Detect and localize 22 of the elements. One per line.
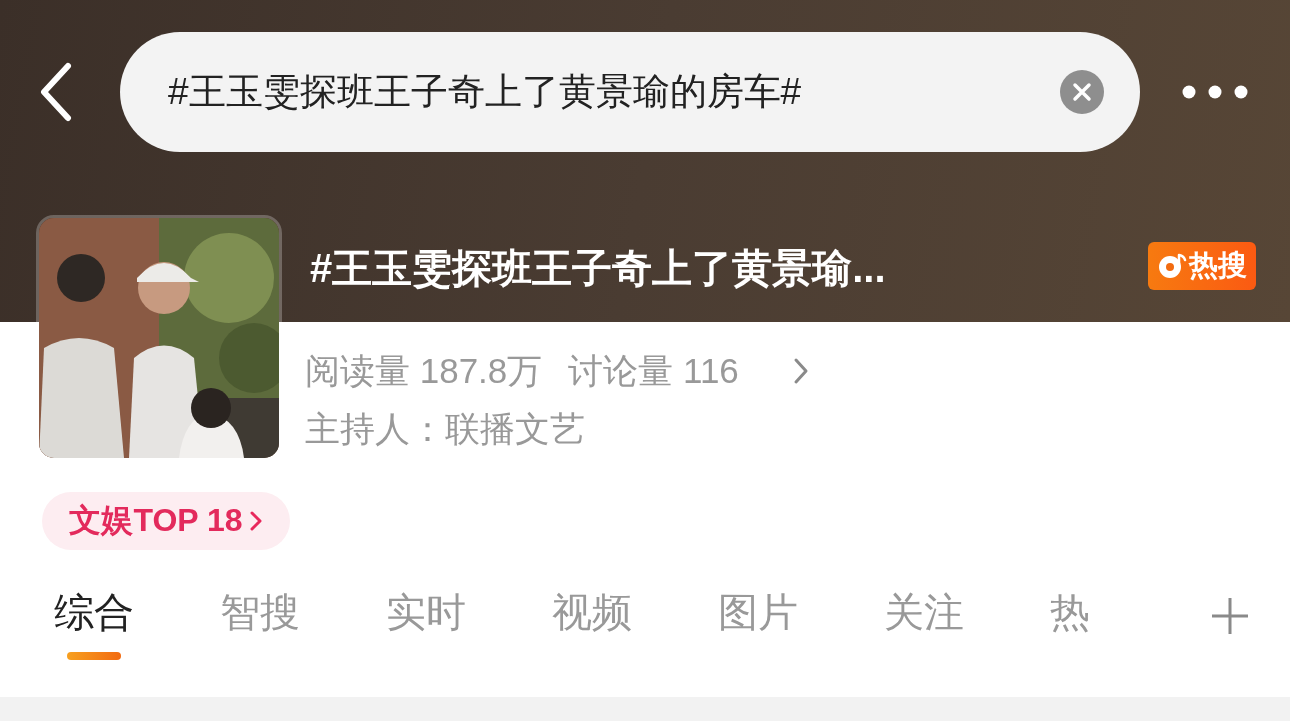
discussion-count: 讨论量 116 [568, 350, 739, 392]
hot-search-badge: 热搜 [1148, 242, 1256, 290]
chevron-right-icon[interactable] [792, 357, 809, 385]
tab[interactable]: 关注 [884, 588, 964, 660]
tab[interactable]: 视频 [552, 588, 632, 660]
rank-chip[interactable]: 文娱TOP 18 [42, 492, 290, 550]
chevron-right-icon [248, 509, 263, 533]
disc-icon [1157, 252, 1187, 280]
tab[interactable]: 智搜 [220, 588, 300, 660]
more-icon[interactable] [1182, 85, 1248, 99]
topic-title: #王玉雯探班王子奇上了黄景瑜... [310, 245, 887, 292]
add-icon[interactable] [1210, 596, 1250, 636]
clear-icon[interactable] [1060, 70, 1104, 114]
back-icon[interactable] [38, 62, 74, 122]
host-label: 主持人：联播文艺 [305, 408, 586, 450]
tab[interactable]: 热 [1050, 588, 1090, 660]
tab[interactable]: 图片 [718, 588, 798, 660]
read-count: 阅读量 187.8万 [305, 350, 543, 392]
tab[interactable]: 综合 [54, 588, 134, 660]
tab[interactable]: 实时 [386, 588, 466, 660]
search-field[interactable]: #王玉雯探班王子奇上了黄景瑜的房车# [120, 32, 1140, 152]
tab-indicator [67, 652, 121, 660]
